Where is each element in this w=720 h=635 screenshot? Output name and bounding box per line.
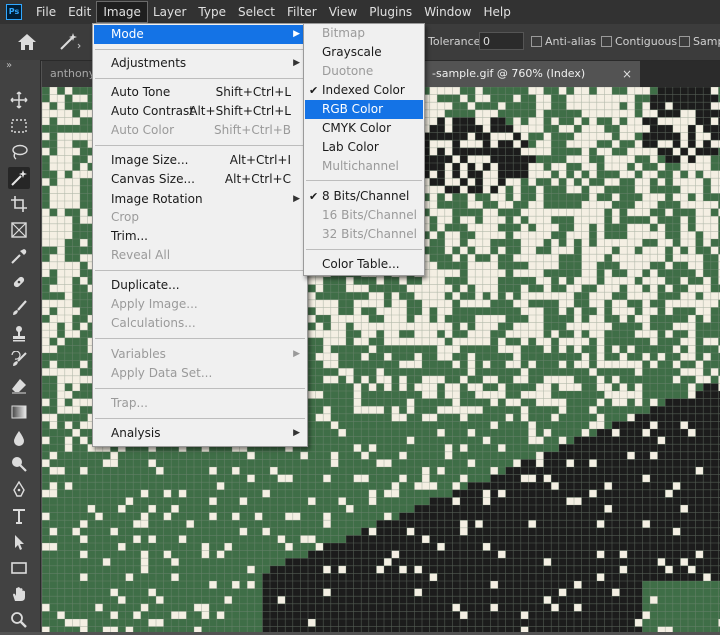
menu-item-crop[interactable]: Crop <box>94 208 306 227</box>
eyedropper-icon[interactable] <box>8 245 30 267</box>
menu-separator <box>95 49 305 50</box>
menu-item-apply-image[interactable]: Apply Image... <box>94 295 306 314</box>
zoom-icon[interactable] <box>8 609 30 631</box>
anti-alias-checkbox[interactable] <box>531 36 542 47</box>
hand-icon[interactable] <box>8 583 30 605</box>
menu-item-reveal-all[interactable]: Reveal All <box>94 246 306 265</box>
menu-item-apply-data-set[interactable]: Apply Data Set... <box>94 364 306 383</box>
menu-item-adjustments[interactable]: Adjustments ▶ <box>94 54 306 73</box>
brush-icon[interactable] <box>8 297 30 319</box>
crop-icon[interactable] <box>8 193 30 215</box>
tolerance-label: Tolerance: <box>428 35 485 48</box>
home-icon[interactable] <box>16 32 38 52</box>
menu-view[interactable]: View <box>323 2 363 22</box>
mode-item-duotone[interactable]: Duotone <box>305 62 423 81</box>
anti-alias-label: Anti-alias <box>545 35 597 48</box>
menu-item-variables[interactable]: Variables ▶ <box>94 345 306 364</box>
menu-edit[interactable]: Edit <box>62 2 97 22</box>
move-icon[interactable] <box>8 89 30 111</box>
clone-stamp-icon[interactable] <box>8 323 30 345</box>
menu-item-duplicate[interactable]: Duplicate... <box>94 276 306 295</box>
menu-separator <box>95 270 305 271</box>
tolerance-input[interactable] <box>479 32 524 50</box>
frame-icon[interactable] <box>8 219 30 241</box>
mode-item-8-bits[interactable]: ✔ 8 Bits/Channel <box>305 187 423 206</box>
menu-item-auto-contrast[interactable]: Auto Contrast Alt+Shift+Ctrl+L <box>94 102 306 121</box>
menu-item-mode[interactable]: Mode ▶ <box>94 25 306 44</box>
menu-separator <box>95 78 305 79</box>
mode-item-multichannel[interactable]: Multichannel <box>305 157 423 176</box>
menu-separator <box>306 249 422 250</box>
menu-type[interactable]: Type <box>192 2 232 22</box>
document-tab-active[interactable]: -sample.gif @ 760% (Index) <box>424 61 640 87</box>
dodge-icon[interactable] <box>8 453 30 475</box>
menu-image[interactable]: Image <box>96 1 148 23</box>
healing-brush-icon[interactable] <box>8 271 30 293</box>
sample-all-label: Sampl <box>693 35 720 48</box>
mode-item-color-table[interactable]: Color Table... <box>305 255 423 274</box>
submenu-arrow-icon: ▶ <box>293 349 300 359</box>
menu-separator <box>306 180 422 181</box>
magic-wand-preset-icon[interactable] <box>58 30 82 52</box>
menu-item-analysis[interactable]: Analysis ▶ <box>94 424 306 443</box>
lasso-icon[interactable] <box>8 141 30 163</box>
menu-item-auto-color[interactable]: Auto Color Shift+Ctrl+B <box>94 121 306 140</box>
gradient-icon[interactable] <box>8 401 30 423</box>
checkmark-icon: ✔ <box>309 190 319 203</box>
mode-item-rgb-color[interactable]: RGB Color <box>305 100 423 119</box>
menu-item-canvas-size[interactable]: Canvas Size... Alt+Ctrl+C <box>94 170 306 189</box>
submenu-arrow-icon: ▶ <box>293 58 300 68</box>
mode-item-grayscale[interactable]: Grayscale <box>305 43 423 62</box>
menu-item-auto-tone[interactable]: Auto Tone Shift+Ctrl+L <box>94 83 306 102</box>
mode-item-lab-color[interactable]: Lab Color <box>305 138 423 157</box>
menu-select[interactable]: Select <box>232 2 281 22</box>
close-tab-icon[interactable]: × <box>622 61 632 87</box>
menu-item-trim[interactable]: Trim... <box>94 227 306 246</box>
rectangle-icon[interactable] <box>8 557 30 579</box>
mode-item-16-bits[interactable]: 16 Bits/Channel <box>305 206 423 225</box>
checkmark-icon: ✔ <box>309 84 319 97</box>
menu-separator <box>95 388 305 389</box>
menu-item-image-size[interactable]: Image Size... Alt+Ctrl+I <box>94 151 306 170</box>
menu-help[interactable]: Help <box>478 2 517 22</box>
mode-submenu: Bitmap Grayscale Duotone ✔ Indexed Color … <box>303 23 425 276</box>
pen-icon[interactable] <box>8 479 30 501</box>
menu-file[interactable]: File <box>30 2 62 22</box>
menu-layer[interactable]: Layer <box>147 2 192 22</box>
history-brush-icon[interactable] <box>8 349 30 371</box>
tools-panel: » <box>0 60 41 632</box>
menu-plugins[interactable]: Plugins <box>363 2 418 22</box>
menu-bar: Ps File Edit Image Layer Type Select Fil… <box>0 0 720 24</box>
eraser-icon[interactable] <box>8 375 30 397</box>
sample-all-checkbox[interactable] <box>679 36 690 47</box>
menu-item-image-rotation[interactable]: Image Rotation ▶ <box>94 190 306 209</box>
submenu-arrow-icon: ▶ <box>293 194 300 204</box>
menu-window[interactable]: Window <box>418 2 477 22</box>
type-icon[interactable] <box>8 505 30 527</box>
menu-separator <box>95 418 305 419</box>
menu-filter[interactable]: Filter <box>281 2 323 22</box>
menu-separator <box>95 338 305 339</box>
mode-item-bitmap[interactable]: Bitmap <box>305 24 423 43</box>
contiguous-label: Contiguous <box>615 35 678 48</box>
mode-item-cmyk-color[interactable]: CMYK Color <box>305 119 423 138</box>
menu-separator <box>95 145 305 146</box>
image-menu: Mode ▶ Adjustments ▶ Auto Tone Shift+Ctrl+L… <box>92 23 308 447</box>
submenu-arrow-icon: ▶ <box>293 29 300 39</box>
mode-item-indexed-color[interactable]: ✔ Indexed Color <box>305 81 423 100</box>
menu-item-trap[interactable]: Trap... <box>94 394 306 413</box>
mode-item-32-bits[interactable]: 32 Bits/Channel <box>305 225 423 244</box>
photoshop-logo-icon: Ps <box>6 4 22 20</box>
blur-icon[interactable] <box>8 427 30 449</box>
submenu-arrow-icon: ▶ <box>293 428 300 438</box>
menu-item-calculations[interactable]: Calculations... <box>94 314 306 333</box>
path-selection-icon[interactable] <box>8 531 30 553</box>
contiguous-checkbox[interactable] <box>601 36 612 47</box>
marquee-icon[interactable] <box>8 115 30 137</box>
collapse-panel-icon[interactable]: » <box>6 60 12 71</box>
magic-wand-icon[interactable] <box>8 167 30 189</box>
